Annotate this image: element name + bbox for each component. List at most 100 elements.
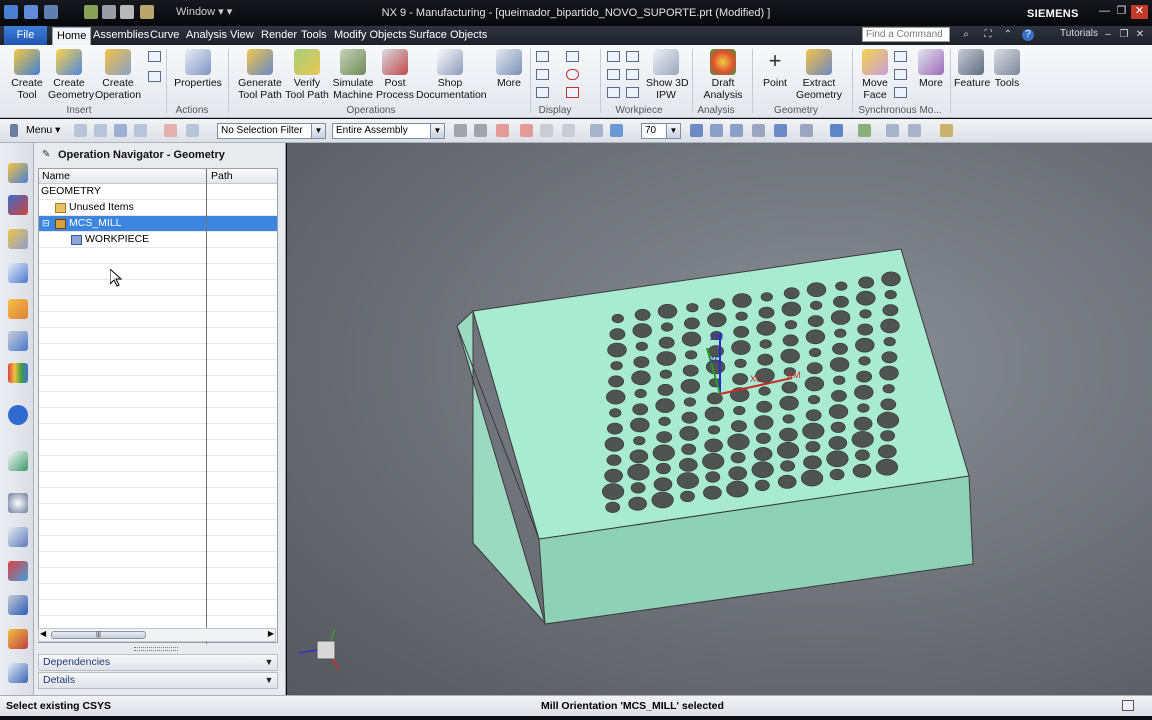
- display-icon-2[interactable]: [536, 69, 549, 80]
- point-button[interactable]: + Point: [760, 49, 790, 90]
- splitter-grip[interactable]: [134, 647, 178, 651]
- display-icon-5[interactable]: [566, 69, 579, 80]
- restore-doc-icon[interactable]: ❐: [1118, 29, 1130, 41]
- workpiece-icon-2[interactable]: [607, 69, 620, 80]
- workpiece-icon-3[interactable]: [607, 87, 620, 98]
- move-face-button[interactable]: Move Face: [858, 49, 892, 101]
- navigator-tab-icon-1[interactable]: [8, 163, 28, 183]
- display-icon-1[interactable]: [536, 51, 549, 62]
- select-icon-2[interactable]: [94, 124, 107, 137]
- view-icon-6[interactable]: [858, 124, 871, 137]
- selection-scope-dropdown[interactable]: Entire Assembly ▼: [332, 123, 445, 139]
- minimize-button[interactable]: —: [1096, 5, 1113, 19]
- close-button[interactable]: ✕: [1131, 5, 1148, 19]
- tools-button[interactable]: Tools: [992, 49, 1022, 89]
- insert-small-icon-2[interactable]: [148, 71, 161, 82]
- shop-documentation-button[interactable]: Shop Documentation: [416, 49, 487, 101]
- tab-file[interactable]: File: [4, 26, 47, 45]
- workpiece-icon-5[interactable]: [626, 69, 639, 80]
- tab-analysis[interactable]: Analysis: [186, 29, 227, 41]
- scrollbar-thumb[interactable]: |||: [51, 631, 146, 639]
- dependencies-panel[interactable]: Dependencies ▼: [38, 654, 278, 671]
- navigator-tab-icon-15[interactable]: [8, 663, 28, 683]
- render-style-icon[interactable]: [830, 124, 843, 137]
- tree-row-mcs-mill[interactable]: ⊟ MCS_MILL: [39, 216, 277, 232]
- view-icon-4[interactable]: [774, 124, 787, 137]
- view-icon-5[interactable]: [800, 124, 813, 137]
- horizontal-scrollbar[interactable]: ◀ ||| ▶: [38, 628, 276, 642]
- workpiece-icon-4[interactable]: [626, 51, 639, 62]
- selection-filter-dropdown[interactable]: No Selection Filter ▼: [217, 123, 326, 139]
- sync-icon-2[interactable]: [894, 69, 907, 80]
- extract-geometry-button[interactable]: Extract Geometry: [794, 49, 844, 101]
- roles-icon[interactable]: [8, 629, 28, 649]
- sync-icon-3[interactable]: [894, 87, 907, 98]
- info-icon[interactable]: [8, 405, 28, 425]
- snap-point-icon[interactable]: [496, 124, 509, 137]
- select-icon-1[interactable]: [74, 124, 87, 137]
- more-operations-button[interactable]: More: [492, 49, 526, 89]
- scroll-left-icon[interactable]: ◀: [40, 629, 46, 638]
- column-divider[interactable]: [206, 169, 207, 644]
- properties-button[interactable]: Properties: [174, 49, 222, 89]
- tab-curve[interactable]: Curve: [150, 29, 179, 41]
- scroll-right-icon[interactable]: ▶: [268, 629, 274, 638]
- palette-icon[interactable]: [8, 363, 28, 383]
- refresh-icon[interactable]: [730, 124, 743, 137]
- chevron-down-icon[interactable]: ▼: [263, 656, 275, 669]
- view-icon-1[interactable]: [690, 124, 703, 137]
- navigator-tab-icon-6[interactable]: [8, 331, 28, 351]
- workpiece-icon-1[interactable]: [607, 51, 620, 62]
- graphics-window[interactable]: ZM ZC XC XM: [287, 143, 1152, 695]
- select-icon-5[interactable]: [186, 124, 199, 137]
- select-icon-8[interactable]: [540, 124, 553, 137]
- display-icon-6[interactable]: [566, 87, 579, 98]
- create-geometry-button[interactable]: Create Geometry: [48, 49, 94, 101]
- minimize-doc-icon[interactable]: –: [1102, 29, 1114, 41]
- collapse-ribbon-icon[interactable]: ⌃: [1002, 29, 1014, 41]
- column-path[interactable]: Path: [211, 169, 233, 183]
- post-process-button[interactable]: Post Process: [376, 49, 414, 101]
- draft-analysis-button[interactable]: Draft Analysis: [700, 49, 746, 101]
- display-icon-3[interactable]: [536, 87, 549, 98]
- tutorials-link[interactable]: Tutorials: [1060, 28, 1098, 39]
- find-command-input[interactable]: Find a Command: [862, 27, 950, 42]
- tab-tools[interactable]: Tools: [301, 29, 327, 41]
- select-icon-6[interactable]: [454, 124, 467, 137]
- column-name[interactable]: Name: [42, 169, 70, 183]
- snap-end-icon[interactable]: [520, 124, 533, 137]
- workpiece-icon-6[interactable]: [626, 87, 639, 98]
- select-icon-3[interactable]: [114, 124, 127, 137]
- tab-home[interactable]: Home: [52, 27, 92, 45]
- restore-button[interactable]: ❐: [1113, 5, 1130, 19]
- navigator-tab-icon-5[interactable]: [8, 299, 28, 319]
- select-icon-4[interactable]: [134, 124, 147, 137]
- tab-surface-objects[interactable]: Surface Objects: [409, 29, 487, 41]
- menu-button[interactable]: Menu ▾: [26, 124, 60, 136]
- part-model[interactable]: ZM ZC XC XM: [287, 143, 1152, 695]
- display-icon-4[interactable]: [566, 51, 579, 62]
- select-icon-10[interactable]: [590, 124, 603, 137]
- tree-row-unused-items[interactable]: Unused Items: [39, 200, 277, 216]
- view-icon-9[interactable]: [940, 124, 953, 137]
- select-icon-11[interactable]: [610, 124, 623, 137]
- web-browser-icon[interactable]: [8, 451, 28, 471]
- show-3d-ipw-button[interactable]: Show 3D IPW: [646, 49, 689, 101]
- status-window-icon[interactable]: [1122, 700, 1134, 711]
- operation-navigator-icon[interactable]: [8, 263, 28, 283]
- more-sync-button[interactable]: More: [916, 49, 946, 89]
- navigator-tab-icon-11[interactable]: [8, 527, 28, 547]
- collapse-icon[interactable]: ⊟: [42, 216, 50, 231]
- tree-row-workpiece[interactable]: WORKPIECE: [39, 232, 277, 248]
- view-icon-8[interactable]: [908, 124, 921, 137]
- tab-render[interactable]: Render: [261, 29, 297, 41]
- help-icon[interactable]: ?: [1022, 29, 1034, 41]
- view-icon-3[interactable]: [752, 124, 765, 137]
- simulate-machine-button[interactable]: Simulate Machine: [331, 49, 375, 101]
- select-icon-9[interactable]: [562, 124, 575, 137]
- zoom-dropdown[interactable]: 70 ▼: [641, 123, 681, 139]
- navigator-tab-icon-12[interactable]: [8, 561, 28, 581]
- verify-tool-path-button[interactable]: Verify Tool Path: [285, 49, 329, 101]
- details-panel[interactable]: Details ▼: [38, 672, 278, 689]
- navigator-tab-icon-2[interactable]: [8, 195, 28, 215]
